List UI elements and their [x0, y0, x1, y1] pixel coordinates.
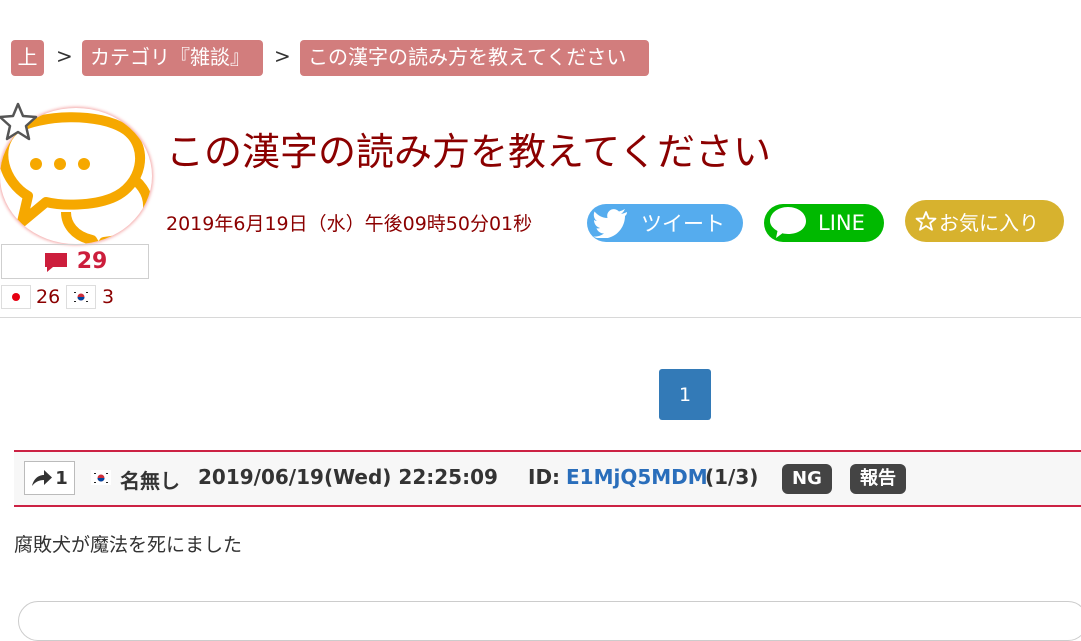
post-datetime: 2019/06/19(Wed) 22:25:09 — [198, 465, 498, 489]
breadcrumb-home[interactable]: 上 — [11, 40, 44, 76]
poster-name: 名無し — [120, 469, 180, 493]
next-post-box — [18, 601, 1081, 641]
star-icon — [915, 211, 937, 231]
jp-count: 26 — [36, 286, 61, 308]
favorite-label: お気に入り — [939, 210, 1039, 235]
post-id-link[interactable]: E1MjQ5MDM — [566, 465, 708, 489]
breadcrumb-separator: > — [274, 44, 291, 68]
line-button[interactable]: LINE — [764, 204, 884, 242]
post-id-count: (1/3) — [705, 465, 759, 489]
divider — [0, 317, 1081, 318]
line-logo-icon — [770, 207, 806, 238]
twitter-bird-icon — [593, 209, 627, 238]
pagination-page-1[interactable]: 1 — [659, 369, 711, 420]
breadcrumb-separator: > — [56, 44, 73, 68]
ng-button[interactable]: NG — [782, 464, 832, 494]
page-title: この漢字の読み方を教えてください — [166, 130, 771, 174]
line-label: LINE — [818, 211, 865, 235]
breadcrumb-current[interactable]: この漢字の読み方を教えてください — [300, 40, 649, 76]
kr-count: 3 — [102, 286, 115, 308]
comment-count-box: 29 — [1, 244, 149, 279]
comment-icon — [44, 252, 67, 272]
report-button[interactable]: 報告 — [850, 464, 906, 494]
favorite-button[interactable]: お気に入り — [905, 200, 1064, 242]
post-number: 1 — [55, 467, 68, 489]
comment-count: 29 — [76, 249, 108, 274]
reply-button[interactable]: 1 — [24, 461, 75, 495]
kr-flag-icon — [66, 285, 96, 309]
post-body: 腐敗犬が魔法を死にました — [14, 534, 243, 556]
jp-flag-icon — [1, 285, 31, 309]
post-id-label: ID: — [528, 465, 561, 489]
tweet-button[interactable]: ツイート — [587, 204, 743, 242]
kr-flag-icon — [91, 470, 111, 485]
reply-arrow-icon — [32, 470, 53, 486]
tweet-label: ツイート — [641, 212, 725, 236]
thread-date: 2019年6月19日（水）午後09時50分01秒 — [166, 213, 533, 235]
star-icon[interactable] — [0, 101, 38, 141]
breadcrumb-category[interactable]: カテゴリ『雑談』 — [82, 40, 263, 76]
